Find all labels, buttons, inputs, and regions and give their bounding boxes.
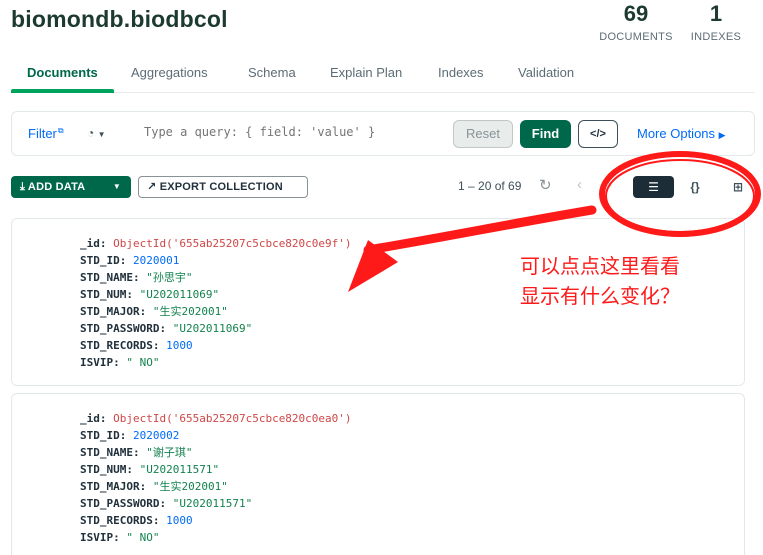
annotation-line-1: 可以点点这里看看 [520,254,680,278]
highlight-circle-inner [605,159,755,233]
annotation-note: 可以点点这里看看 显示有什么变化？ [520,251,740,311]
annotation-line-2: 显示有什么变化？ [520,284,680,308]
highlight-circle [599,151,761,237]
annotation-arrow-shaft [363,205,597,255]
